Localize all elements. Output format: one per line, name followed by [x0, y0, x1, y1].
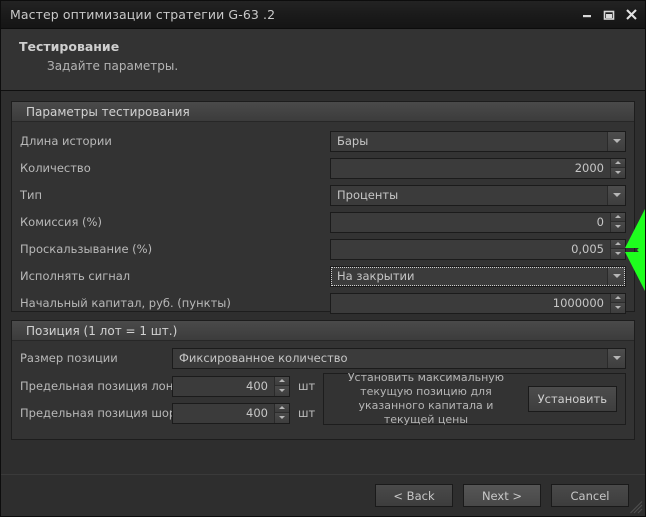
resize-grip-icon[interactable] — [630, 501, 643, 514]
select-testing-0[interactable]: Бары — [330, 131, 626, 152]
row-position-size: Размер позиции Фиксированное количество — [20, 346, 626, 370]
chevron-down-icon[interactable] — [607, 186, 625, 205]
spinner-testing-3[interactable] — [610, 213, 625, 232]
value-testing-3: 0 — [331, 213, 610, 232]
input-testing-3[interactable]: 0 — [330, 212, 626, 233]
wizard-header: Тестирование Задайте параметры. — [1, 29, 645, 91]
label-testing-3: Комиссия (%) — [20, 215, 330, 229]
row-testing-5: Исполнять сигналНа закрытии — [20, 263, 626, 289]
spinner-up-icon[interactable] — [611, 240, 625, 250]
back-button[interactable]: < Back — [375, 484, 453, 507]
spinner-testing-1[interactable] — [610, 159, 625, 178]
input-testing-6[interactable]: 1000000 — [330, 293, 626, 314]
group-position-body: Размер позиции Фиксированное количество … — [12, 341, 634, 434]
row-testing-4: Проскальзывание (%)0,005 — [20, 236, 626, 262]
minimize-icon — [581, 9, 593, 21]
input-testing-1[interactable]: 2000 — [330, 158, 626, 179]
label-testing-4: Проскальзывание (%) — [20, 242, 330, 256]
set-max-position-button[interactable]: Установить — [528, 386, 617, 412]
page-subtitle: Задайте параметры. — [19, 59, 645, 73]
spinner-testing-4[interactable] — [610, 240, 625, 259]
maximize-button[interactable] — [599, 5, 619, 25]
spinner-down-icon[interactable] — [611, 249, 625, 259]
spinner-testing-6[interactable] — [610, 294, 625, 313]
page-title: Тестирование — [19, 39, 645, 54]
value-testing-2: Проценты — [331, 186, 607, 205]
cancel-button[interactable]: Cancel — [551, 484, 629, 507]
spinner-down-icon[interactable] — [611, 222, 625, 232]
group-testing-legend: Параметры тестирования — [12, 102, 634, 122]
select-position-size[interactable]: Фиксированное количество — [172, 348, 626, 369]
spinner-up-icon[interactable] — [275, 404, 289, 414]
info-panel-text: Установить максимальную текущую позицию … — [332, 371, 519, 427]
next-button[interactable]: Next > — [463, 484, 541, 507]
spinner-up-icon[interactable] — [611, 159, 625, 169]
wizard-window: Мастер оптимизации стратегии G-63 .2 Тес… — [0, 0, 646, 517]
label-testing-2: Тип — [20, 188, 330, 202]
spinner-max-short[interactable] — [274, 404, 289, 423]
spinner-max-long[interactable] — [274, 377, 289, 396]
chevron-down-icon[interactable] — [607, 132, 625, 151]
input-max-short-value: 400 — [173, 404, 274, 423]
value-testing-5: На закрытии — [331, 267, 607, 286]
maximize-icon — [603, 9, 615, 21]
chevron-down-icon[interactable] — [607, 267, 625, 286]
value-testing-6: 1000000 — [331, 294, 610, 313]
unit-max-short: шт — [298, 406, 315, 420]
value-testing-4: 0,005 — [331, 240, 610, 259]
row-testing-2: ТипПроценты — [20, 182, 626, 208]
row-testing-6: Начальный капитал, руб. (пункты)1000000 — [20, 290, 626, 316]
cursor-arrow-icon-notch — [637, 241, 645, 259]
select-testing-5[interactable]: На закрытии — [330, 266, 626, 287]
wizard-footer: < Back Next > Cancel — [1, 474, 645, 516]
label-testing-0: Длина истории — [20, 134, 330, 148]
minimize-button[interactable] — [577, 5, 597, 25]
select-position-size-value: Фиксированное количество — [173, 349, 607, 368]
row-max-short: Предельная позиция шорт 400 шт — [20, 400, 315, 426]
value-testing-1: 2000 — [331, 159, 610, 178]
label-position-size: Размер позиции — [20, 351, 172, 365]
label-testing-5: Исполнять сигнал — [20, 269, 330, 283]
input-testing-4[interactable]: 0,005 — [330, 239, 626, 260]
label-testing-6: Начальный капитал, руб. (пункты) — [20, 296, 330, 310]
input-max-long[interactable]: 400 — [172, 376, 290, 397]
chevron-down-icon[interactable] — [607, 349, 625, 368]
spinner-down-icon[interactable] — [611, 168, 625, 178]
row-testing-1: Количество2000 — [20, 155, 626, 181]
input-max-short[interactable]: 400 — [172, 403, 290, 424]
row-testing-0: Длина историиБары — [20, 128, 626, 154]
close-icon — [625, 8, 638, 21]
label-testing-1: Количество — [20, 161, 330, 175]
unit-max-long: шт — [298, 379, 315, 393]
group-testing-parameters: Параметры тестирования Длина историиБары… — [11, 101, 635, 312]
close-button[interactable] — [621, 5, 641, 25]
label-max-long: Предельная позиция лонг — [20, 379, 172, 393]
row-testing-3: Комиссия (%)0 — [20, 209, 626, 235]
title-bar: Мастер оптимизации стратегии G-63 .2 — [1, 1, 645, 29]
spinner-up-icon[interactable] — [611, 294, 625, 304]
spinner-up-icon[interactable] — [275, 377, 289, 387]
spinner-up-icon[interactable] — [611, 213, 625, 223]
input-max-long-value: 400 — [173, 377, 274, 396]
label-max-short: Предельная позиция шорт — [20, 406, 172, 420]
info-panel-set-max-position: Установить максимальную текущую позицию … — [323, 373, 626, 425]
spinner-down-icon[interactable] — [275, 386, 289, 396]
spinner-down-icon[interactable] — [611, 303, 625, 313]
window-title: Мастер оптимизации стратегии G-63 .2 — [10, 7, 575, 22]
group-position-legend: Позиция (1 лот = 1 шт.) — [12, 321, 634, 341]
group-testing-body: Длина историиБарыКоличество2000ТипПроцен… — [12, 122, 634, 324]
spinner-down-icon[interactable] — [275, 413, 289, 423]
row-max-long: Предельная позиция лонг 400 шт — [20, 373, 315, 399]
select-testing-2[interactable]: Проценты — [330, 185, 626, 206]
wizard-body: Параметры тестирования Длина историиБары… — [1, 91, 645, 474]
value-testing-0: Бары — [331, 132, 607, 151]
group-position: Позиция (1 лот = 1 шт.) Размер позиции Ф… — [11, 320, 635, 440]
